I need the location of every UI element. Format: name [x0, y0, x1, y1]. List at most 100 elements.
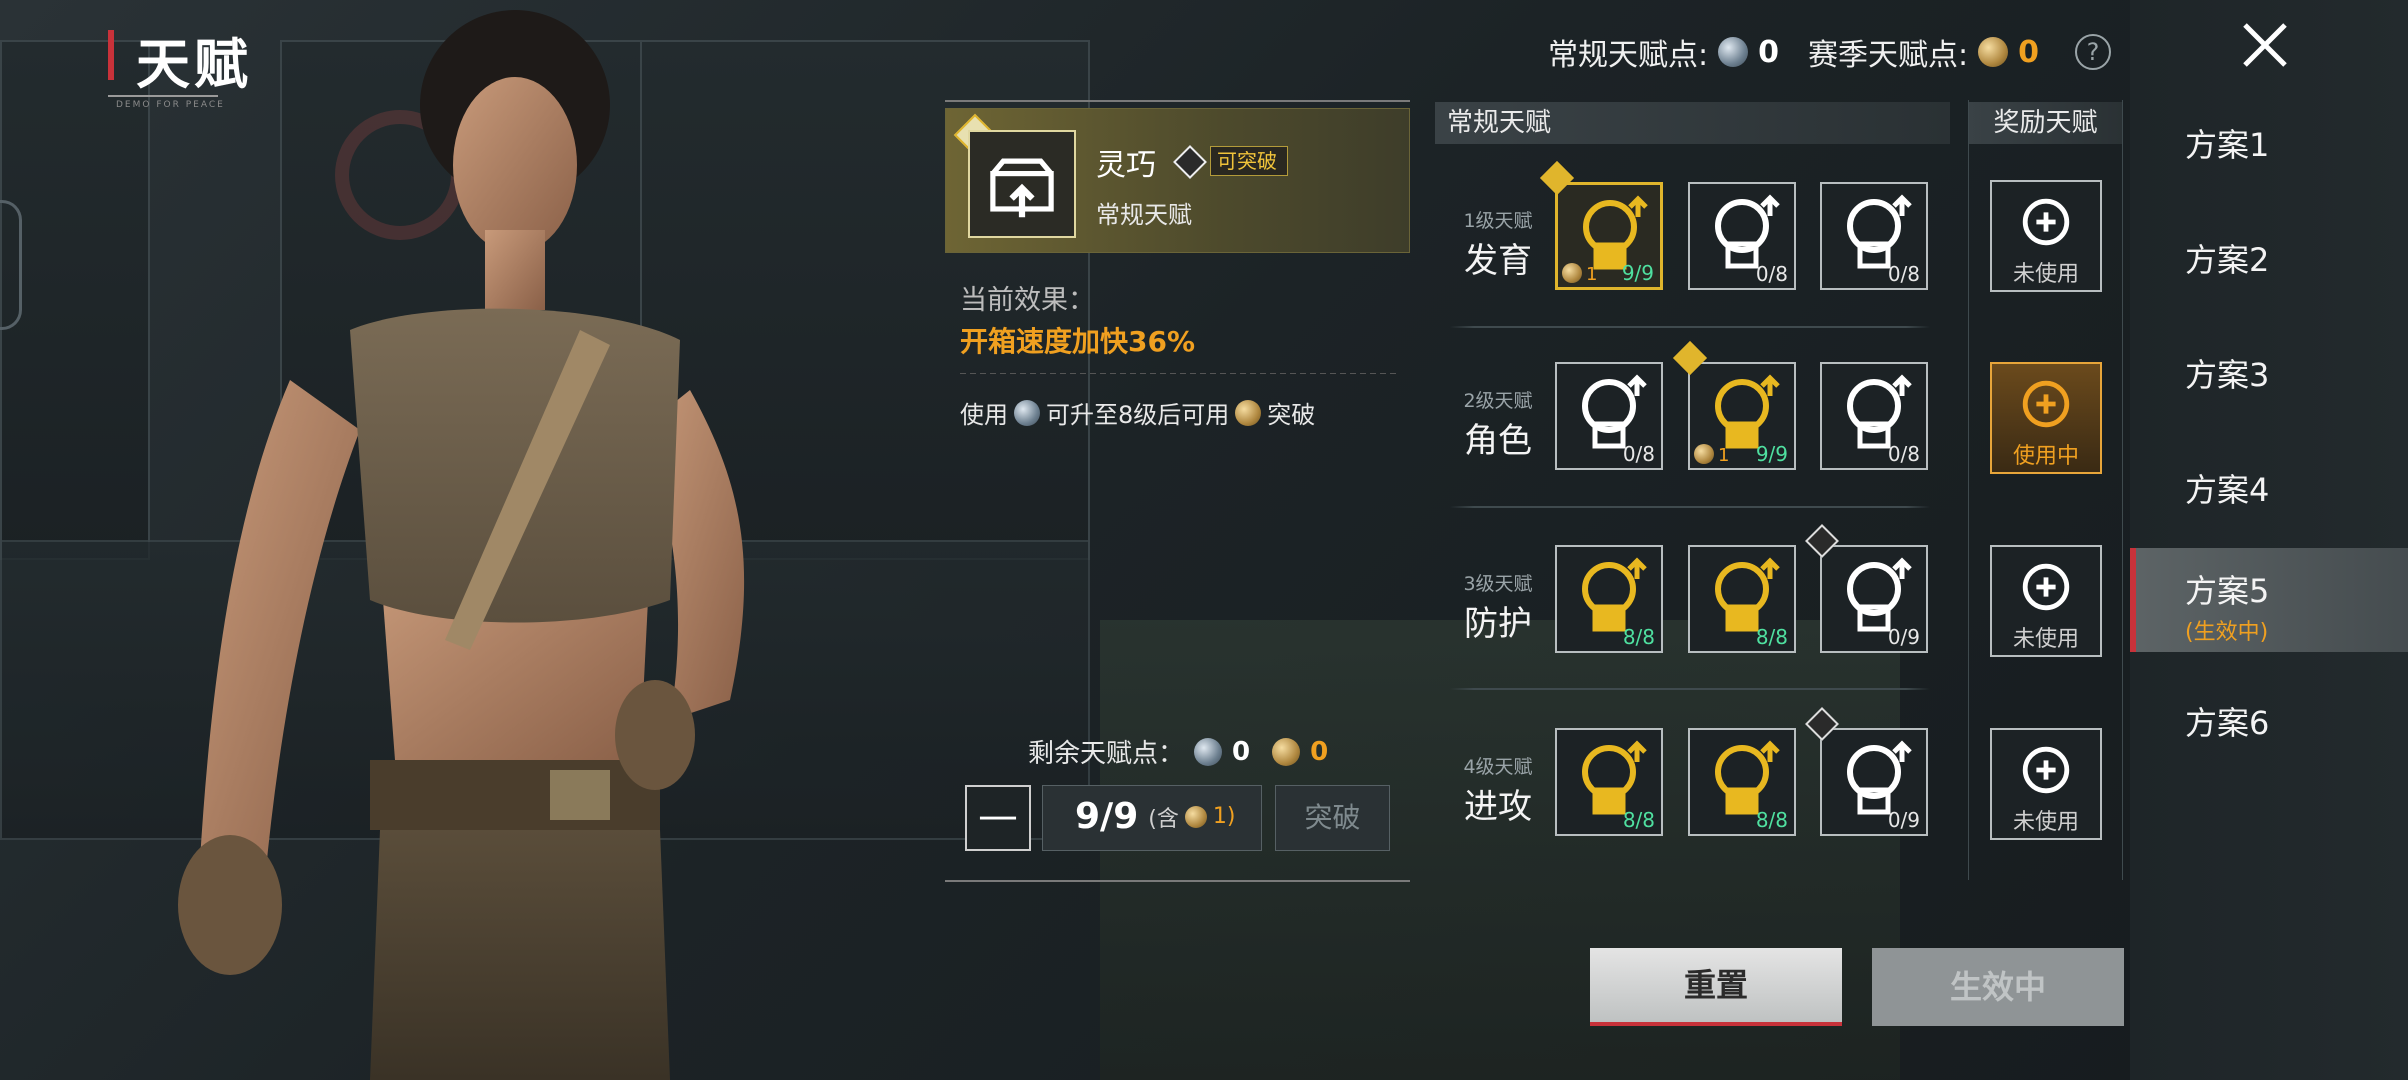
season-points-label: 赛季天赋点:	[1808, 38, 1969, 73]
remaining-points: 剩余天赋点： 0 0	[1028, 733, 1328, 770]
plan-label: 方案6	[2185, 704, 2270, 742]
remaining-label: 剩余天赋点：	[1028, 739, 1185, 769]
tier-name: 角色	[1464, 421, 1532, 461]
talent-name: 灵巧	[1096, 148, 1156, 183]
slot-count: 8/8	[1755, 808, 1788, 832]
plan-label: 方案5	[2185, 572, 2270, 610]
reward-slot[interactable]: 未使用	[1990, 180, 2102, 292]
normal-talent-coin-icon	[1194, 737, 1223, 766]
level-count: 9/9	[1075, 796, 1139, 837]
normal-points-value: 0	[1758, 34, 1779, 70]
talent-slot[interactable]: 0/8	[1820, 362, 1928, 470]
tier-level: 4级天赋	[1463, 756, 1533, 778]
active-marker	[2130, 548, 2136, 652]
season-talent-coin-icon	[1272, 737, 1301, 766]
talent-slot[interactable]: 0/9	[1820, 545, 1928, 653]
plan-status: (生效中)	[2185, 620, 2269, 645]
reward-slot[interactable]: 未使用	[1990, 728, 2102, 840]
talent-slot[interactable]: 8/8	[1688, 728, 1796, 836]
help-icon[interactable]: ?	[2075, 34, 2111, 70]
normal-talents-header: 常规天赋	[1435, 102, 1950, 144]
remaining-normal: 0	[1232, 736, 1251, 767]
plan-label: 方案2	[2185, 241, 2270, 279]
reward-slot[interactable]: 使用中	[1990, 362, 2102, 474]
slot-count: 0/8	[1887, 262, 1920, 286]
bullet-icon	[2022, 746, 2070, 794]
slot-count: 8/8	[1622, 625, 1655, 649]
usage-hint: 使用 可升至8级后可用 突破	[960, 395, 1315, 430]
detail-bottom-rule	[945, 880, 1410, 882]
slot-count: 9/9	[1621, 261, 1654, 285]
count-paren-open: (含	[1148, 806, 1179, 832]
reset-button[interactable]: 重置	[1590, 948, 1842, 1026]
talent-slot[interactable]: 0/9	[1820, 728, 1928, 836]
talent-slot[interactable]: 1 9/9	[1555, 182, 1663, 290]
plan-item[interactable]: 方案2	[2185, 235, 2269, 281]
season-talent-coin-icon	[1235, 399, 1262, 426]
remaining-season: 0	[1310, 736, 1329, 767]
reward-slot[interactable]: 未使用	[1990, 545, 2102, 657]
plan-label: 方案3	[2185, 356, 2270, 394]
season-talent-coin-icon	[1562, 263, 1582, 283]
reward-status: 未使用	[2012, 627, 2079, 652]
season-talent-coin-icon	[1184, 805, 1207, 828]
tier-name: 发育	[1464, 241, 1532, 281]
decrease-button[interactable]: —	[965, 785, 1031, 851]
detail-talent-icon	[968, 130, 1076, 238]
breakthrough-button[interactable]: 突破	[1275, 785, 1390, 851]
slot-count: 0/9	[1887, 808, 1920, 832]
talent-slot[interactable]: 0/8	[1820, 182, 1928, 290]
tier-level: 2级天赋	[1463, 390, 1533, 412]
talent-category: 常规天赋	[1096, 201, 1192, 229]
character-portrait	[178, 10, 745, 1080]
left-edge-hex-icon	[0, 200, 22, 330]
talent-slot[interactable]: 0/8	[1555, 362, 1663, 470]
close-icon[interactable]	[2230, 10, 2300, 80]
talent-slot[interactable]: 0/8	[1688, 182, 1796, 290]
normal-talent-coin-icon	[1718, 37, 1749, 67]
season-points-display: 赛季天赋点: 0	[1808, 30, 2039, 74]
reward-status: 未使用	[2012, 262, 2079, 287]
plan-item[interactable]: 方案5 (生效中)	[2185, 566, 2269, 646]
background-shelf-left	[0, 40, 150, 560]
season-points-value: 0	[2018, 34, 2039, 70]
plan-label: 方案4	[2185, 471, 2270, 509]
tier-label: 2级天赋 角色	[1448, 386, 1548, 462]
plan-item[interactable]: 方案4	[2185, 465, 2269, 511]
talent-slot[interactable]: 8/8	[1555, 545, 1663, 653]
slot-count: 0/8	[1755, 262, 1788, 286]
slot-count: 8/8	[1622, 808, 1655, 832]
bag-drop-icon	[2022, 198, 2070, 246]
title-accent-bar	[108, 30, 114, 80]
tier-name: 进攻	[1464, 787, 1532, 827]
normal-points-label: 常规天赋点:	[1548, 38, 1709, 73]
tier-divider	[1450, 688, 1930, 690]
current-effect-value: 开箱速度加快36%	[960, 325, 1196, 358]
tier-label: 1级天赋 发育	[1448, 206, 1548, 282]
detail-top-rule	[945, 100, 1410, 102]
plan-item[interactable]: 方案3	[2185, 350, 2269, 396]
slot-count: 0/9	[1887, 625, 1920, 649]
talent-slot[interactable]: 8/8	[1555, 728, 1663, 836]
active-status-button[interactable]: 生效中	[1872, 948, 2124, 1026]
usage-pre: 使用	[960, 401, 1008, 429]
plan-item[interactable]: 方案1	[2185, 120, 2269, 166]
level-count-box: 9/9 (含 1)	[1042, 785, 1262, 851]
talent-slot[interactable]: 1 9/9	[1688, 362, 1796, 470]
tier-label: 3级天赋 防护	[1448, 569, 1548, 645]
current-effect-label: 当前效果：	[960, 285, 1095, 316]
slot-count: 8/8	[1755, 625, 1788, 649]
tier-divider	[1450, 506, 1930, 508]
tier-label: 4级天赋 进攻	[1448, 752, 1548, 828]
talent-slot[interactable]: 8/8	[1688, 545, 1796, 653]
tier-divider	[1450, 326, 1930, 328]
tier-level: 1级天赋	[1463, 210, 1533, 232]
parachute-supply-icon	[2022, 563, 2070, 611]
reward-status: 未使用	[2012, 810, 2079, 835]
slot-bonus: 1	[1718, 445, 1730, 466]
normal-talent-coin-icon	[1014, 399, 1040, 426]
slot-bonus: 1	[1586, 264, 1598, 285]
plan-item[interactable]: 方案6	[2185, 698, 2269, 744]
strongman-icon	[2022, 380, 2070, 428]
tier-name: 防护	[1464, 604, 1532, 644]
